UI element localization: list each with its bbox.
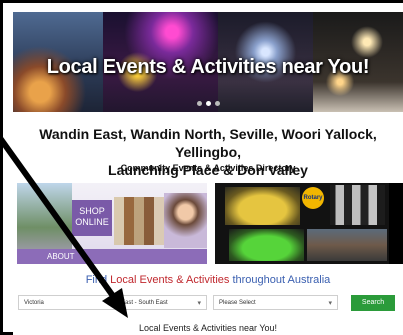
shop-online-line1: SHOP [79,206,105,216]
image-edge [389,183,403,264]
promo-image-community[interactable]: Rotary [215,183,403,264]
find-suffix: throughout Australia [229,274,331,286]
chevron-down-icon: ▾ [197,300,201,307]
slider-dot-active[interactable] [206,101,211,106]
about-banner[interactable]: ABOUT [17,249,207,264]
web-page: Local Events & Activities near You! Wand… [13,12,403,335]
find-highlight: Local Events & Activities [110,274,230,286]
region-select-value: East - South East [121,300,168,306]
location-select-value: Please Select [219,300,256,306]
find-prefix: Find [85,274,111,286]
chevron-down-icon: ▾ [328,300,332,307]
directory-subtitle: Community Events & Activities Directory [120,163,296,173]
promo-image-shop[interactable]: SHOP ONLINE ABOUT [17,183,207,264]
near-you-heading: Local Events & Activities near You! [138,323,278,333]
crowd-photo [307,229,387,261]
dancers-photo [330,185,385,225]
hero-banner[interactable]: Local Events & Activities near You! [13,12,403,112]
shop-online-badge[interactable]: SHOP ONLINE [72,200,112,236]
rotary-logo: Rotary [302,187,324,209]
state-select-value: Victoria [24,300,44,306]
region-select[interactable]: East - South East ▾ [115,295,207,310]
shop-online-line2: ONLINE [75,217,109,227]
suburbs-heading-line1: Wandin East, Wandin North, Seville, Woor… [39,126,377,160]
location-select[interactable]: Please Select ▾ [213,295,338,310]
yellow-car-photo [225,187,300,225]
chevron-down-icon: ▾ [106,300,110,307]
slider-dots[interactable] [197,101,220,106]
state-select[interactable]: Victoria ▾ [18,295,116,310]
find-events-heading: Find Local Events & Activities throughou… [13,274,403,286]
green-car-photo [229,229,304,261]
slider-dot[interactable] [197,101,202,106]
promo-people-photo [164,193,207,248]
hero-title: Local Events & Activities near You! [46,56,370,78]
search-button[interactable]: Search [351,295,395,311]
slider-dot[interactable] [215,101,220,106]
product-bottles [114,197,164,245]
